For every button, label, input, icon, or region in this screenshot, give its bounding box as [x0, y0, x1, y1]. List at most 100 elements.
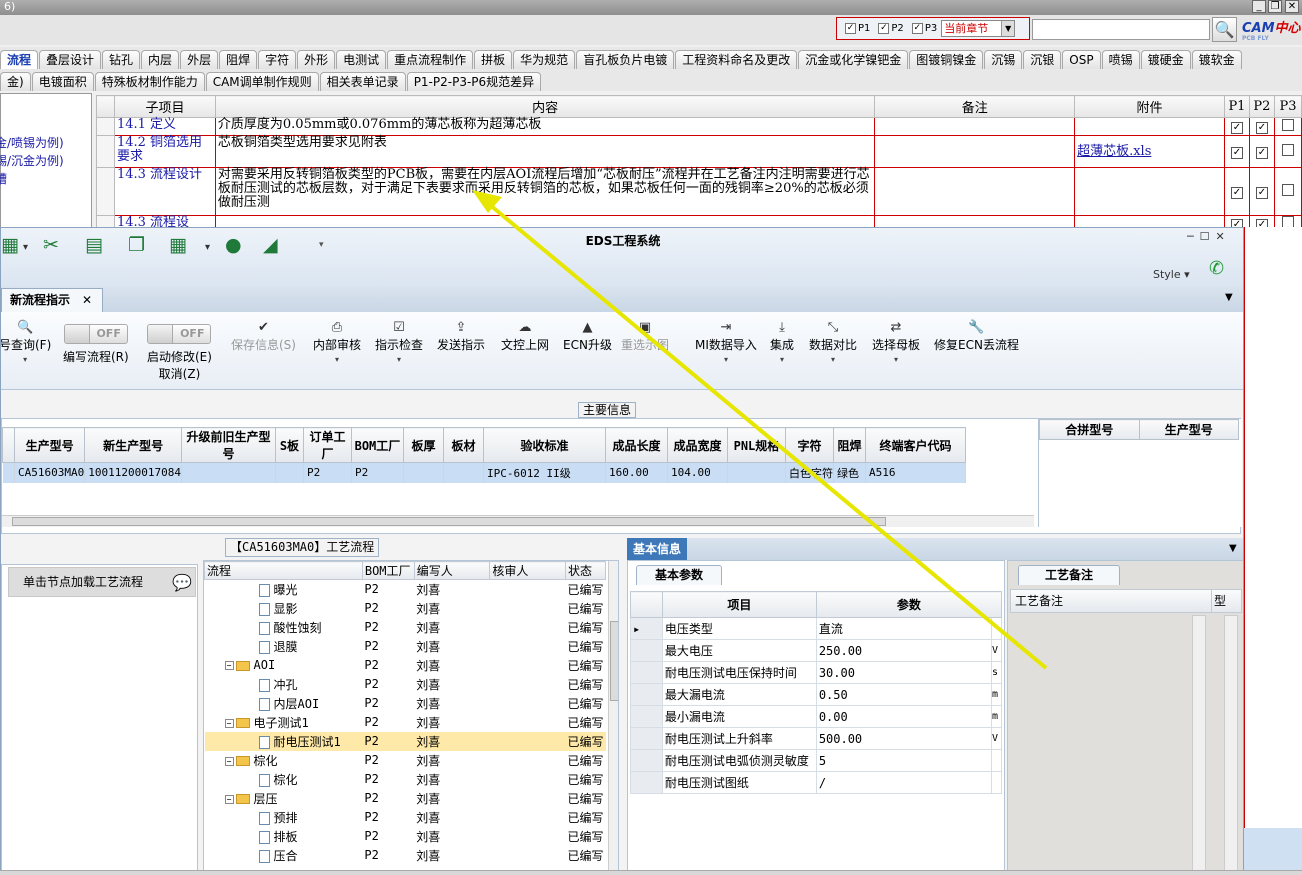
row-header[interactable]	[630, 639, 663, 662]
scroll-thumb[interactable]	[610, 621, 618, 701]
tab-chapter-14[interactable]: 沉金或化学镍钯金	[798, 50, 909, 69]
row-header[interactable]	[630, 727, 663, 750]
table-row[interactable]: 冲孔 P2 刘喜 已编写	[205, 675, 606, 694]
param-value-cell[interactable]: 500.00	[815, 727, 993, 750]
search-icon[interactable]: 🔍	[1212, 17, 1237, 42]
close-icon[interactable]: ✕	[1285, 0, 1299, 13]
chevron-down-icon[interactable]: ▼	[1229, 543, 1237, 554]
table-row[interactable]: − 层压 P2 刘喜 已编写	[205, 789, 606, 808]
row-header[interactable]	[2, 462, 15, 483]
vertical-scrollbar[interactable]	[1192, 615, 1206, 871]
tab-chapter-13[interactable]: 工程资料命名及更改	[675, 50, 798, 69]
table-row[interactable]: 最小漏电流 0.00 m	[630, 705, 1002, 728]
film-icon[interactable]: ▤	[85, 234, 103, 256]
p3-checkbox[interactable]	[1281, 143, 1294, 156]
tab-chapter-16[interactable]: 沉锡	[984, 50, 1023, 69]
tab-process-notes[interactable]: 工艺备注	[1018, 565, 1121, 585]
table-row[interactable]: 最大电压 250.00 V	[630, 639, 1002, 662]
tab-chapter-7[interactable]: 外形	[297, 50, 336, 69]
table-row[interactable]: − 棕化 P2 刘喜 已编写	[205, 751, 606, 770]
table-row[interactable]: 曝光 P2 刘喜 已编写	[205, 580, 606, 599]
vertical-scrollbar[interactable]	[1224, 615, 1238, 871]
table-row[interactable]: 酸性蚀刻 P2 刘喜 已编写	[205, 618, 606, 637]
tab-chapter-12[interactable]: 盲孔板负片电镀	[576, 50, 675, 69]
user-icon[interactable]: ●	[225, 234, 242, 256]
row-header[interactable]	[630, 749, 663, 772]
minimize-icon[interactable]: _	[1252, 0, 1266, 13]
table-row[interactable]: 14.3 流程设计 对需要采用反转铜箔板类型的PCB板，需要在内层AOI流程后增加…	[96, 167, 1302, 216]
p3-checkbox[interactable]	[1281, 183, 1294, 196]
p3-checkbox[interactable]	[1281, 118, 1294, 131]
table-row[interactable]: 显影 P2 刘喜 已编写	[205, 599, 606, 618]
tab-chapter-11[interactable]: 华为规范	[513, 50, 576, 69]
param-value-cell[interactable]: 0.50	[815, 683, 993, 706]
p2-checkbox[interactable]: ✓	[1255, 186, 1268, 199]
mi-import-button[interactable]: ⇥ MI数据导入 ▾	[695, 320, 757, 364]
tab-chapter-2[interactable]: 钻孔	[102, 50, 141, 69]
style-menu[interactable]: Style ▾	[1153, 268, 1190, 281]
row-header[interactable]	[96, 167, 115, 216]
eds-window-controls[interactable]: ─☐✕	[1187, 230, 1231, 243]
chart-icon[interactable]: ◢	[263, 234, 278, 256]
tab-chapter-row2-5[interactable]: P1-P2-P3-P6规范差异	[406, 72, 542, 91]
table-row[interactable]: 退膜 P2 刘喜 已编写	[205, 637, 606, 656]
p2-checkbox[interactable]: ✓	[1255, 146, 1268, 159]
p2-checkbox[interactable]: ✓	[878, 23, 890, 34]
p2-checkbox[interactable]: ✓	[1255, 121, 1268, 134]
customize-icon[interactable]: ▾	[319, 240, 324, 250]
collapse-icon[interactable]: −	[224, 661, 234, 670]
table-row[interactable]: 排板 P2 刘喜 已编写	[205, 827, 606, 846]
row-header[interactable]	[630, 683, 663, 706]
table-row[interactable]: − 电子测试1 P2 刘喜 已编写	[205, 713, 606, 732]
horizontal-scrollbar[interactable]	[2, 515, 1034, 527]
param-value-cell[interactable]: 0.00	[815, 705, 993, 728]
tab-chapter-row2-2[interactable]: 特殊板材制作能力	[94, 72, 205, 91]
tree-item-1[interactable]: 金/喷锡为例)	[0, 132, 91, 152]
write-flow-toggle[interactable]: OFF 编写流程(R)	[63, 324, 129, 365]
p1-checkbox[interactable]: ✓	[845, 23, 856, 34]
scissors-icon[interactable]: ✂	[43, 234, 59, 256]
table-row[interactable]: 压合 P2 刘喜 已编写	[205, 846, 606, 865]
chapter-select[interactable]: 当前章节 ▼	[941, 20, 1016, 37]
tab-chapter-20[interactable]: 镀硬金	[1140, 50, 1191, 69]
collapse-icon[interactable]: −	[224, 794, 234, 804]
param-value-cell[interactable]: 30.00	[815, 661, 993, 684]
select-master-button[interactable]: ⇄ 选择母板 ▾	[872, 320, 920, 364]
tree-item-2[interactable]: 锡/沉金为例)	[0, 150, 91, 170]
row-header[interactable]: ▸	[630, 617, 663, 640]
chevron-down-icon[interactable]: ▾	[205, 242, 210, 253]
tab-chapter-4[interactable]: 外层	[180, 50, 219, 69]
table-row[interactable]: 耐电压测试电弧侦测灵敏度 5	[630, 749, 1002, 772]
p1-checkbox[interactable]: ✓	[1230, 186, 1243, 199]
table-row[interactable]: CA51603MA0 10011200017084 P2 P2 IPC-6012 II级…	[2, 462, 966, 483]
ecn-upgrade-button[interactable]: ▲ ECN升级	[563, 320, 612, 353]
load-flow-button[interactable]: 单击节点加载工艺流程	[8, 567, 196, 597]
tab-chapter-10[interactable]: 拼板	[474, 50, 513, 69]
integrate-button[interactable]: ⤓ 集成 ▾	[770, 320, 794, 364]
tab-list-icon[interactable]: ▼	[1225, 292, 1233, 303]
copy-icon[interactable]: ❐	[128, 234, 145, 256]
tab-chapter-19[interactable]: 喷锡	[1101, 50, 1140, 69]
table-row[interactable]: 耐电压测试上升斜率 500.00 V	[630, 727, 1002, 750]
tab-chapter-15[interactable]: 图镀铜镍金	[909, 50, 984, 69]
tab-chapter-row2-0[interactable]: 金)	[0, 72, 31, 91]
close-tab-icon[interactable]: ✕	[82, 293, 92, 307]
upload-online-button[interactable]: ☁ 文控上网	[501, 320, 549, 353]
grid-icon[interactable]: ▦	[1, 234, 19, 256]
table-row[interactable]: 预排 P2 刘喜 已编写	[205, 808, 606, 827]
table-row[interactable]: 14.2 铜箔选用要求 芯板铜箔类型选用要求见附表 超薄芯板.xls ✓ ✓	[96, 135, 1302, 168]
table-row[interactable]: 最大漏电流 0.50 m	[630, 683, 1002, 706]
p3-checkbox[interactable]: ✓	[911, 23, 923, 34]
restore-icon[interactable]: ❐	[1268, 0, 1282, 13]
send-instruction-button[interactable]: ⇪ 发送指示	[437, 320, 485, 353]
chevron-down-icon[interactable]: ▾	[23, 242, 28, 253]
table-row[interactable]: ▸ 电压类型 直流	[630, 617, 1002, 640]
collapse-icon[interactable]: −	[224, 756, 234, 766]
table-row[interactable]: 耐电压测试图纸 /	[630, 771, 1002, 794]
tab-basic-params[interactable]: 基本参数	[636, 565, 723, 585]
table-row[interactable]: 耐电压测试电压保持时间 30.00 s	[630, 661, 1002, 684]
row-header[interactable]	[96, 135, 115, 168]
attachment-link[interactable]: 超薄芯板.xls	[1077, 144, 1151, 159]
apps-icon[interactable]: ▦	[169, 234, 187, 256]
param-value-cell[interactable]: 直流	[815, 617, 993, 640]
